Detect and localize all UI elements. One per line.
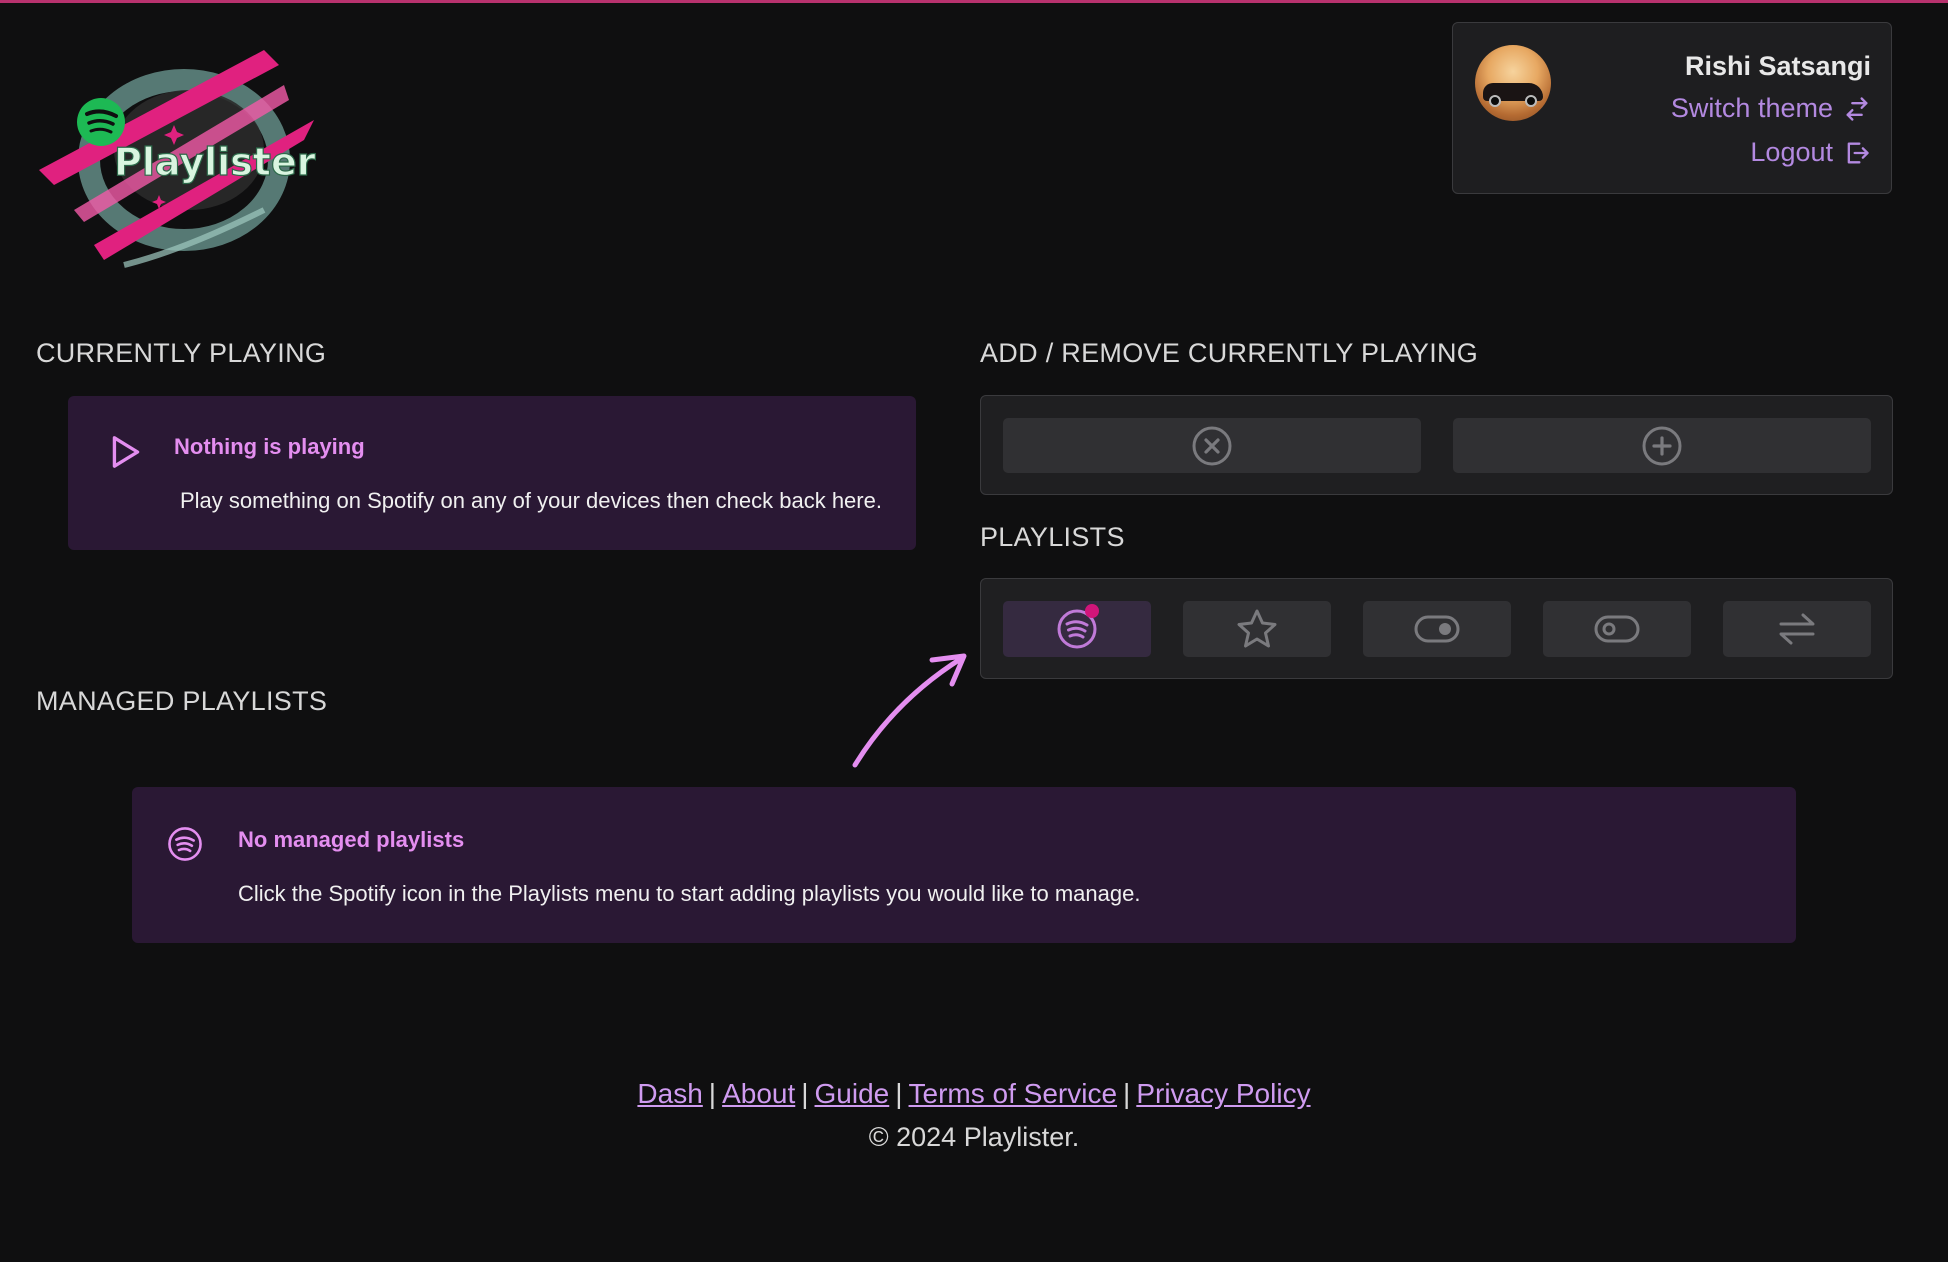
add-remove-panel — [980, 395, 1893, 495]
switch-theme-link[interactable]: Switch theme — [1671, 93, 1871, 124]
swap-playlists-button[interactable] — [1723, 601, 1871, 657]
footer-separator: | — [801, 1078, 809, 1109]
notification-dot — [1085, 604, 1099, 618]
arrows-swap-icon — [1779, 613, 1815, 645]
logout-label: Logout — [1750, 137, 1833, 167]
add-current-button[interactable] — [1453, 418, 1871, 473]
alert-title: Nothing is playing — [174, 434, 365, 459]
enabled-playlists-button[interactable] — [1363, 601, 1511, 657]
alert-body: Play something on Spotify on any of your… — [180, 488, 882, 513]
footer-link-terms[interactable]: Terms of Service — [909, 1078, 1118, 1109]
logout-icon — [1847, 142, 1869, 163]
alert-body: Click the Spotify icon in the Playlists … — [238, 881, 1141, 906]
disabled-playlists-button[interactable] — [1543, 601, 1691, 657]
playlists-panel — [980, 578, 1893, 679]
star-icon — [1237, 609, 1277, 648]
nothing-playing-alert: Nothing is playing Play something on Spo… — [68, 396, 916, 550]
playlists-heading: PLAYLISTS — [980, 522, 1125, 552]
car-wheel — [1525, 95, 1537, 107]
add-remove-heading: ADD / REMOVE CURRENTLY PLAYING — [980, 338, 1479, 368]
user-card: Rishi Satsangi Switch theme Logout — [1452, 22, 1892, 194]
managed-playlists-heading: MANAGED PLAYLISTS — [36, 686, 328, 716]
logout-link[interactable]: Logout — [1750, 137, 1871, 168]
remove-circle-icon — [1192, 426, 1232, 465]
hint-arrow-icon — [852, 653, 967, 768]
logo-text: Playlister — [114, 140, 316, 184]
no-managed-playlists-alert: No managed playlists Click the Spotify i… — [132, 787, 1796, 943]
toggle-off-icon — [1594, 615, 1640, 643]
footer-separator: | — [708, 1078, 717, 1109]
footer-separator: | — [895, 1078, 903, 1109]
top-accent-line — [0, 0, 1948, 3]
copyright: © 2024 Playlister. — [868, 1122, 1080, 1152]
switch-theme-label: Switch theme — [1670, 93, 1833, 123]
avatar[interactable] — [1475, 45, 1551, 121]
spotify-playlists-button[interactable] — [1003, 601, 1151, 657]
currently-playing-heading: CURRENTLY PLAYING — [36, 338, 327, 368]
playlister-logo[interactable]: Playlister — [34, 10, 324, 290]
remove-current-button[interactable] — [1003, 418, 1421, 473]
footer-link-about[interactable]: About — [722, 1078, 795, 1109]
footer-link-dash[interactable]: Dash — [637, 1078, 702, 1109]
car-wheel — [1489, 95, 1501, 107]
swap-arrows-icon — [1846, 96, 1868, 121]
toggle-on-icon — [1414, 615, 1460, 643]
alert-title: No managed playlists — [238, 827, 465, 852]
footer-link-privacy[interactable]: Privacy Policy — [1136, 1078, 1310, 1109]
footer-link-guide[interactable]: Guide — [815, 1078, 890, 1109]
spotify-icon — [168, 827, 202, 861]
play-icon — [112, 436, 140, 468]
footer-separator: | — [1123, 1078, 1131, 1109]
user-name: Rishi Satsangi — [1684, 51, 1871, 81]
footer-links: Dash | About | Guide | Terms of Service | Privac… — [0, 1078, 1948, 1110]
add-circle-icon — [1642, 426, 1682, 465]
starred-playlists-button[interactable] — [1183, 601, 1331, 657]
